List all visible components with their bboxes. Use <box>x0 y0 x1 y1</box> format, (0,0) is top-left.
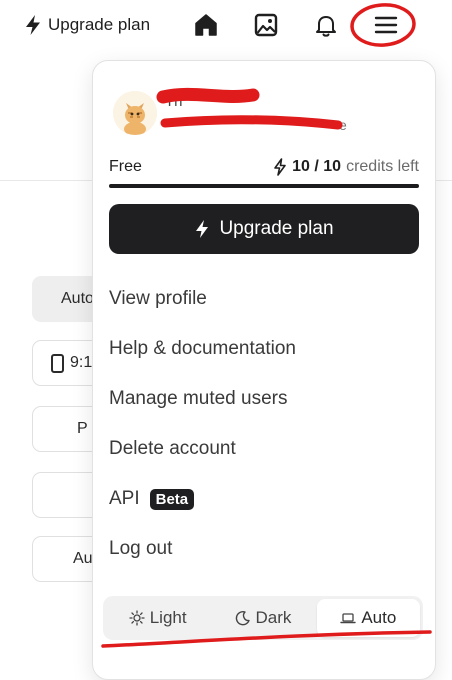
plan-name: Free <box>109 158 142 175</box>
phone-icon <box>51 353 64 373</box>
menu-item-view-profile[interactable]: View profile <box>109 284 419 314</box>
credits-progress-bar <box>109 184 419 188</box>
laptop-icon <box>340 613 357 624</box>
credits-progress-fill <box>109 184 419 188</box>
home-icon[interactable] <box>192 11 220 39</box>
bolt-outline-icon <box>274 158 286 176</box>
menu-item-api[interactable]: API Beta <box>109 484 419 514</box>
redaction-scribble <box>156 87 343 130</box>
upgrade-plan-button[interactable]: Upgrade plan <box>109 204 419 254</box>
sun-icon <box>129 610 145 626</box>
theme-option-light[interactable]: Light <box>106 599 209 637</box>
bolt-icon <box>196 220 209 238</box>
plan-row: Free 10 / 10 credits left <box>109 157 419 177</box>
upgrade-plan-link[interactable]: Upgrade plan <box>24 12 150 38</box>
top-bar: Upgrade plan <box>0 0 452 50</box>
menu-icon[interactable] <box>372 11 400 39</box>
credits-value: 10 / 10 <box>292 158 342 175</box>
upgrade-plan-button-label: Upgrade plan <box>219 218 334 239</box>
menu-item-manage-muted-users[interactable]: Manage muted users <box>109 384 419 414</box>
image-icon[interactable] <box>252 11 280 39</box>
theme-option-auto[interactable]: Auto <box>316 599 420 637</box>
menu-item-delete-account[interactable]: Delete account <box>109 434 419 464</box>
bolt-icon <box>26 15 40 35</box>
theme-option-dark[interactable]: Dark <box>211 599 314 637</box>
theme-switch: Light Dark Auto <box>103 596 423 640</box>
bell-icon[interactable] <box>312 11 340 39</box>
avatar <box>113 91 157 135</box>
credits-info: 10 / 10 credits left <box>273 158 419 176</box>
menu-item-help-documentation[interactable]: Help & documentation <box>109 334 419 364</box>
menu-item-log-out[interactable]: Log out <box>109 534 419 564</box>
beta-badge: Beta <box>149 488 195 510</box>
upgrade-plan-label: Upgrade plan <box>48 15 151 34</box>
cat-avatar-icon <box>113 91 157 135</box>
moon-icon <box>235 610 250 626</box>
credits-label: credits left <box>346 158 419 175</box>
account-dropdown-menu: Th e Free 10 / 10 credits left Upgrade p… <box>92 60 436 680</box>
